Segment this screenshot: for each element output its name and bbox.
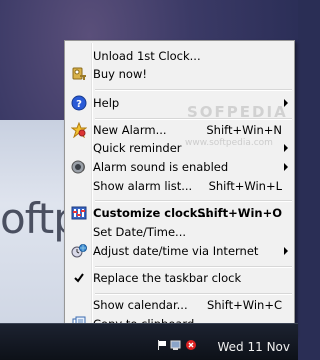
menu-item-adjust-via-internet[interactable]: Adjust date/time via Internet	[67, 240, 292, 262]
tray-flag-icon[interactable]	[156, 339, 168, 351]
customize-icon	[71, 206, 87, 220]
menu-item-replace-taskbar-clock[interactable]: Replace the taskbar clock	[67, 267, 292, 289]
menu-item-shortcut: Shift+Win+L	[208, 179, 282, 193]
submenu-arrow-icon	[284, 144, 288, 152]
checkmark-icon	[74, 273, 84, 283]
taskbar-clock-date[interactable]: Wed 11 Nov	[218, 340, 290, 354]
tray-network-icon[interactable]	[170, 339, 182, 351]
menu-item-label: Buy now!	[93, 67, 147, 81]
svg-text:?: ?	[76, 99, 82, 110]
new-alarm-icon	[71, 122, 87, 138]
key-icon	[72, 67, 86, 80]
menu-item-show-alarm-list[interactable]: Show alarm list... Shift+Win+L	[67, 175, 292, 197]
speaker-icon	[71, 160, 85, 174]
menu-item-label: Adjust date/time via Internet	[93, 244, 259, 258]
clock-context-menu: SOFPEDIA www.softpedia.com Unload 1st Cl…	[64, 40, 295, 336]
submenu-arrow-icon	[284, 99, 288, 107]
internet-time-icon	[71, 244, 87, 258]
help-icon: ?	[71, 95, 87, 111]
menu-item-buy-now[interactable]: Buy now!	[67, 63, 292, 85]
menu-item-label: Replace the taskbar clock	[93, 271, 242, 285]
menu-separator	[95, 89, 292, 91]
menu-item-label: Show alarm list...	[93, 179, 193, 193]
menu-item-help[interactable]: ? Help	[67, 92, 292, 114]
submenu-arrow-icon	[284, 247, 288, 255]
tray-alert-icon[interactable]	[185, 339, 197, 351]
submenu-arrow-icon	[284, 163, 288, 171]
menu-item-label: Help	[93, 96, 120, 110]
